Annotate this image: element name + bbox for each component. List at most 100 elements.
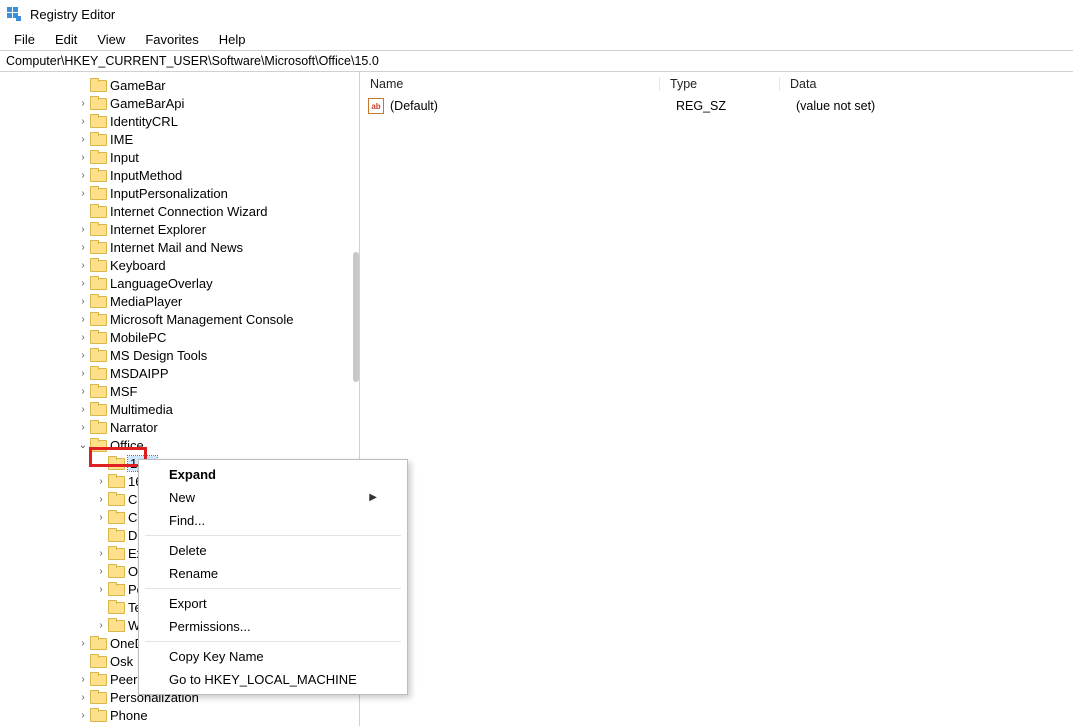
folder-icon <box>90 384 106 398</box>
folder-icon <box>90 636 106 650</box>
folder-icon <box>90 672 106 686</box>
expander-icon[interactable]: › <box>76 386 90 397</box>
expander-icon[interactable]: › <box>76 692 90 703</box>
context-menu-item[interactable]: Permissions... <box>141 615 405 638</box>
expander-icon[interactable]: › <box>76 674 90 685</box>
folder-icon <box>108 492 124 506</box>
expander-icon[interactable]: › <box>94 620 108 631</box>
tree-node-label: LanguageOverlay <box>110 276 213 291</box>
tree-node[interactable]: ›IdentityCRL <box>62 112 359 130</box>
expander-icon[interactable]: › <box>76 350 90 361</box>
expander-icon[interactable]: › <box>76 278 90 289</box>
expander-icon[interactable]: › <box>76 422 90 433</box>
expander-icon[interactable]: › <box>76 152 90 163</box>
menubar: File Edit View Favorites Help <box>0 28 1073 50</box>
expander-icon[interactable]: › <box>76 260 90 271</box>
expander-icon[interactable]: › <box>76 116 90 127</box>
tree-node[interactable]: ›Input <box>62 148 359 166</box>
expander-icon[interactable]: › <box>76 404 90 415</box>
folder-icon <box>90 96 106 110</box>
menu-favorites[interactable]: Favorites <box>135 30 208 49</box>
context-menu-item[interactable]: Copy Key Name <box>141 645 405 668</box>
tree-node-label: MobilePC <box>110 330 166 345</box>
folder-icon <box>90 654 106 668</box>
expander-icon[interactable]: › <box>76 314 90 325</box>
folder-icon <box>90 168 106 182</box>
expander-icon[interactable]: › <box>94 548 108 559</box>
tree-node[interactable]: › Narrator <box>62 418 359 436</box>
folder-icon <box>108 618 124 632</box>
tree-node[interactable]: ›MSF <box>62 382 359 400</box>
menu-view[interactable]: View <box>87 30 135 49</box>
tree-node[interactable]: ›Multimedia <box>62 400 359 418</box>
expander-icon[interactable]: › <box>76 170 90 181</box>
expander-icon[interactable]: › <box>76 710 90 721</box>
menu-file[interactable]: File <box>4 30 45 49</box>
folder-icon <box>108 546 124 560</box>
column-name[interactable]: Name <box>360 77 660 91</box>
tree-node-label: Narrator <box>110 420 158 435</box>
expander-icon[interactable]: › <box>76 332 90 343</box>
tree-node[interactable]: ›Keyboard <box>62 256 359 274</box>
tree-node[interactable]: ›Pim <box>62 724 359 726</box>
context-menu-item[interactable]: New ▶ <box>141 486 405 509</box>
expander-icon[interactable]: › <box>76 368 90 379</box>
tree-node[interactable]: ›MediaPlayer <box>62 292 359 310</box>
menu-help[interactable]: Help <box>209 30 256 49</box>
tree-node-label: Internet Connection Wizard <box>110 204 268 219</box>
tree-node[interactable]: ⌄Office <box>62 436 359 454</box>
tree-node[interactable]: ›Microsoft Management Console <box>62 310 359 328</box>
column-type[interactable]: Type <box>660 77 780 91</box>
tree-node[interactable]: ›GameBarApi <box>62 94 359 112</box>
tree-node-label: Internet Explorer <box>110 222 206 237</box>
address-text: Computer\HKEY_CURRENT_USER\Software\Micr… <box>6 54 379 68</box>
tree-node[interactable]: › LanguageOverlay <box>62 274 359 292</box>
expander-icon[interactable]: › <box>94 476 108 487</box>
tree-node[interactable]: › Internet Explorer <box>62 220 359 238</box>
expander-icon[interactable]: › <box>94 584 108 595</box>
expander-icon[interactable]: › <box>94 566 108 577</box>
tree-node[interactable]: ›Phone <box>62 706 359 724</box>
tree-node[interactable]: Internet Connection Wizard <box>62 202 359 220</box>
expander-icon[interactable]: › <box>76 134 90 145</box>
expander-icon[interactable]: › <box>76 296 90 307</box>
menu-edit[interactable]: Edit <box>45 30 87 49</box>
context-menu-item[interactable]: Export <box>141 592 405 615</box>
context-menu-separator <box>145 641 401 642</box>
tree-node[interactable]: › MobilePC <box>62 328 359 346</box>
folder-icon <box>108 600 124 614</box>
folder-icon <box>90 222 106 236</box>
values-pane[interactable]: Name Type Data ab (Default) REG_SZ (valu… <box>360 72 1073 726</box>
context-menu-item[interactable]: Rename <box>141 562 405 585</box>
submenu-arrow-icon: ▶ <box>369 492 377 503</box>
column-data[interactable]: Data <box>780 77 1073 91</box>
expander-icon[interactable]: › <box>94 512 108 523</box>
tree-node[interactable]: ›MS Design Tools <box>62 346 359 364</box>
tree-node[interactable]: ›IME <box>62 130 359 148</box>
expander-icon[interactable]: › <box>76 224 90 235</box>
tree-node[interactable]: ›Internet Mail and News <box>62 238 359 256</box>
context-menu-item[interactable]: Delete <box>141 539 405 562</box>
folder-icon <box>90 330 106 344</box>
value-row[interactable]: ab (Default) REG_SZ (value not set) <box>360 96 1073 116</box>
tree-node[interactable]: ›InputMethod <box>62 166 359 184</box>
expander-icon[interactable]: › <box>94 494 108 505</box>
context-menu-item[interactable]: Go to HKEY_LOCAL_MACHINE <box>141 668 405 691</box>
scrollbar-thumb[interactable] <box>353 252 359 382</box>
context-menu-item[interactable]: Find... <box>141 509 405 532</box>
expander-icon[interactable]: › <box>76 188 90 199</box>
folder-icon <box>90 366 106 380</box>
expander-icon[interactable]: ⌄ <box>76 440 90 451</box>
context-menu-item-label: Copy Key Name <box>169 649 264 664</box>
context-menu-item[interactable]: Expand <box>141 463 405 486</box>
expander-icon[interactable]: › <box>76 242 90 253</box>
address-bar[interactable]: Computer\HKEY_CURRENT_USER\Software\Micr… <box>0 50 1073 72</box>
tree-node[interactable]: ›MSDAIPP <box>62 364 359 382</box>
tree-node[interactable]: GameBar <box>62 76 359 94</box>
expander-icon[interactable]: › <box>76 98 90 109</box>
context-menu-item-label: New <box>169 490 195 505</box>
expander-icon[interactable]: › <box>76 638 90 649</box>
context-menu: Expand New ▶ Find... DeleteRename ExportPermi… <box>138 459 408 695</box>
value-type: REG_SZ <box>666 99 786 113</box>
tree-node[interactable]: ›InputPersonalization <box>62 184 359 202</box>
